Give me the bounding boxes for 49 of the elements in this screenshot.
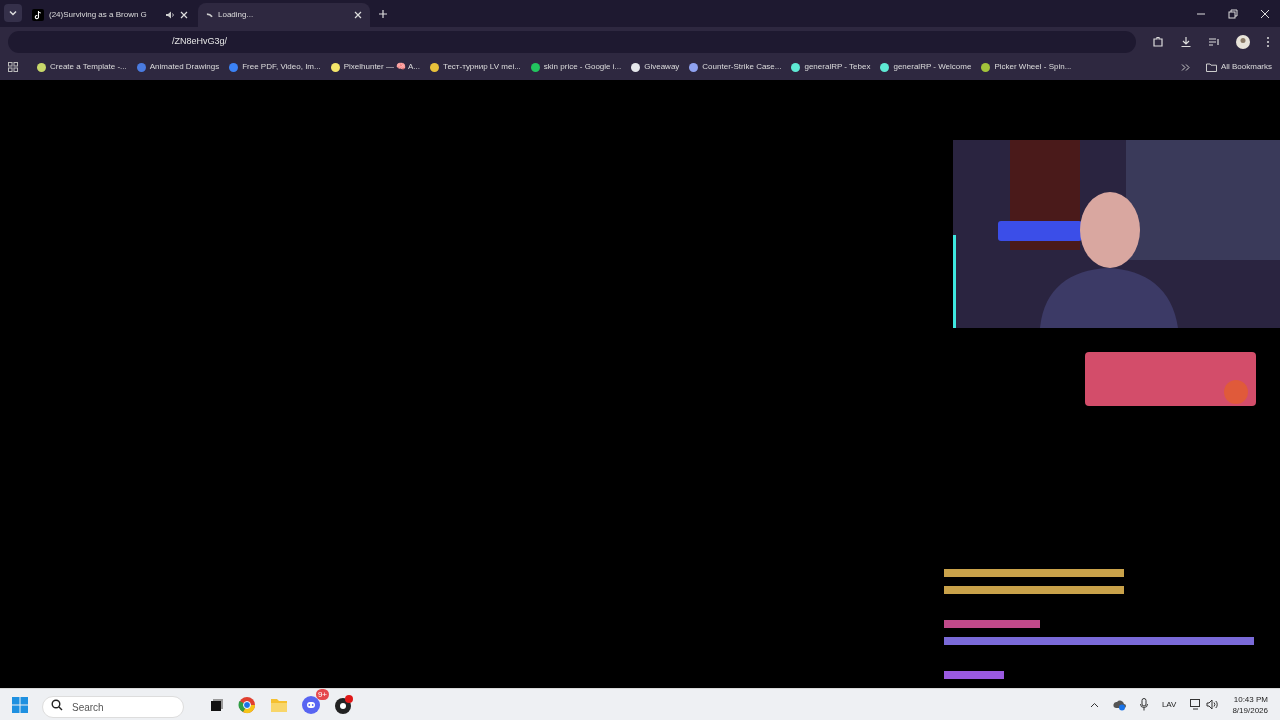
restore-icon[interactable]: [1228, 8, 1238, 19]
speaker-icon[interactable]: [1206, 699, 1219, 710]
bookmark-item[interactable]: Create a Template -...: [32, 58, 132, 76]
language-indicator[interactable]: LAV: [1161, 698, 1177, 711]
download-icon[interactable]: [1180, 36, 1192, 48]
tab-title: Loading...: [218, 9, 254, 21]
all-bookmarks-button[interactable]: All Bookmarks: [1205, 61, 1272, 73]
caret-icon: [8, 8, 18, 18]
close-icon[interactable]: [354, 11, 362, 19]
search-field[interactable]: Search: [42, 696, 184, 718]
chevron-icon[interactable]: [1180, 62, 1190, 72]
bookmark-item[interactable]: Picker Wheel - Spin...: [976, 58, 1077, 76]
chat-app-icon[interactable]: [302, 695, 320, 714]
bookmark-item[interactable]: generalRP - Tebex: [786, 58, 876, 76]
bookmark-item[interactable]: skin price - Google i...: [525, 58, 627, 76]
note-icon: [32, 9, 44, 21]
bookmark-item[interactable]: Тест-турнир LV mei...: [424, 58, 526, 76]
folder-icon: [1205, 62, 1217, 72]
tab-list-button[interactable]: [4, 4, 22, 22]
close-icon[interactable]: [180, 11, 188, 19]
caret-icon[interactable]: [1089, 701, 1099, 708]
close-icon[interactable]: [1260, 8, 1270, 19]
apps-grid-icon[interactable]: [8, 62, 18, 72]
bookmark-item[interactable]: Animated Drawings: [131, 58, 225, 76]
tab-title: (24)Surviving as a Brown G: [49, 9, 147, 21]
bookmark-item[interactable]: Free PDF, Video, Im...: [224, 58, 326, 76]
cloud-icon[interactable]: [1112, 698, 1126, 711]
media-queue-icon[interactable]: [1208, 36, 1220, 48]
bookmark-item[interactable]: Counter-Strike Case...: [684, 58, 787, 76]
profile-avatar-icon[interactable]: [1236, 35, 1250, 49]
menu-icon[interactable]: [1266, 36, 1270, 48]
address-bar[interactable]: /ZN8eHvG3g/: [8, 31, 1136, 53]
bookmark-item[interactable]: generalRP - Welcome: [875, 58, 977, 76]
search-icon: [51, 698, 63, 711]
clock[interactable]: 10:43 PM 8/19/2026: [1232, 693, 1268, 716]
new-tab-icon[interactable]: [378, 9, 388, 19]
spinner-icon: [206, 12, 213, 18]
bookmark-item[interactable]: Pixelhunter — 🧠 A...: [325, 58, 425, 76]
browser-app-icon[interactable]: [238, 695, 256, 714]
bookmark-item[interactable]: Giveaway: [626, 58, 685, 76]
browser-tab[interactable]: (24)Surviving as a Brown G: [24, 3, 196, 27]
start-icon[interactable]: [12, 696, 28, 713]
browser-tab[interactable]: Loading...: [198, 3, 370, 27]
recorder-app-icon[interactable]: [334, 694, 354, 715]
task-view-icon[interactable]: [210, 697, 224, 712]
microphone-icon[interactable]: [1139, 698, 1148, 711]
extensions-icon[interactable]: [1152, 36, 1164, 48]
speaker-icon[interactable]: [165, 10, 175, 20]
notification-badge: 9+: [315, 688, 329, 700]
